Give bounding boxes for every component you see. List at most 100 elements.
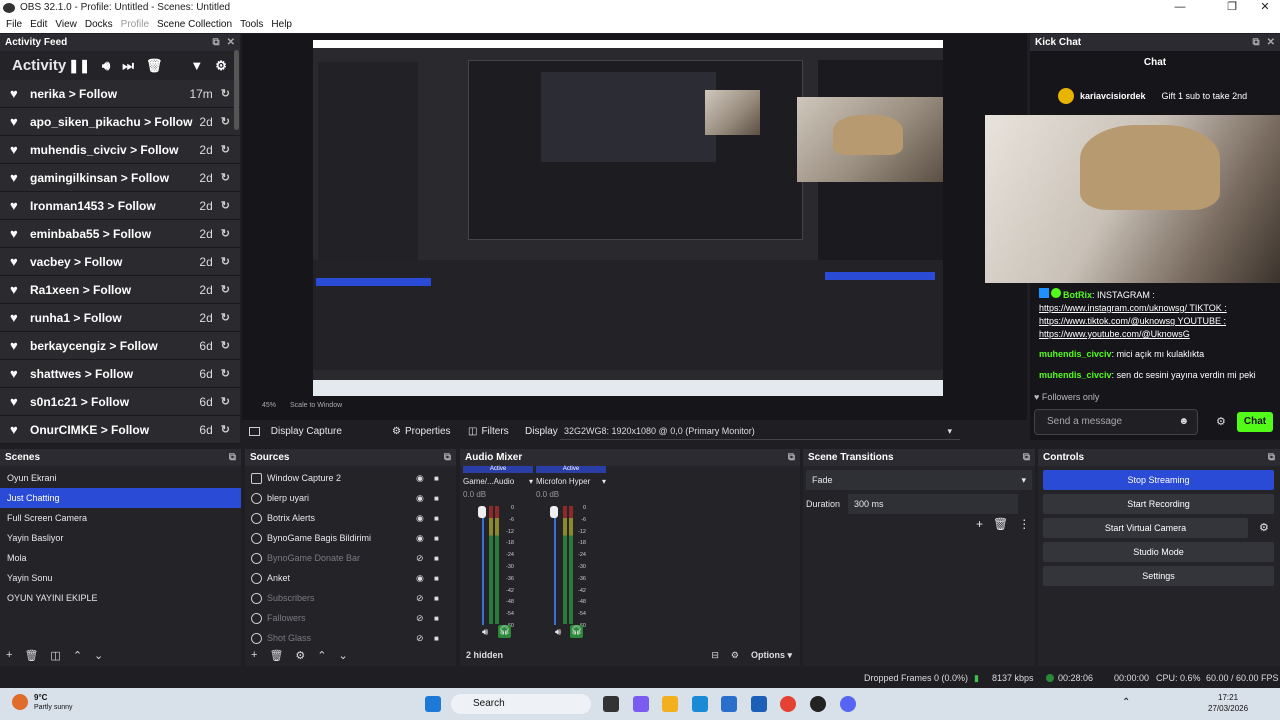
activity-item[interactable]: ♥ Ironman1453 > Follow 2d ↻ [0,192,240,220]
scene-item[interactable]: Full Screen Camera [0,508,241,528]
activity-item[interactable]: ♥ gamingilkinsan > Follow 2d ↻ [0,164,240,192]
remove-icon[interactable]: 🗑︎ [993,517,1008,531]
filter-icon[interactable]: ◫ [50,649,60,662]
chat-settings-icon[interactable]: ⚙ [1216,415,1226,428]
replay-icon[interactable]: ↻ [221,367,230,380]
track-name[interactable]: Microfon Hyper ▾ [536,477,606,486]
zoom-level[interactable]: 45% [262,402,276,409]
chat-input[interactable]: Send a message ☻ [1034,409,1198,435]
eye-icon[interactable]: ◉ [416,493,426,504]
chat-link[interactable]: https://www.instagram.com/uknowsg/ TIKTO… [1039,303,1227,313]
float-icon[interactable]: ⧉ [1268,452,1275,463]
discord-icon[interactable] [840,696,856,712]
chat-link[interactable]: https://www.tiktok.com/@uknowsg YOUTUBE … [1039,316,1226,326]
eye-icon[interactable]: ◉ [416,473,426,484]
replay-icon[interactable]: ↻ [221,199,230,212]
scale-mode[interactable]: Scale to Window [290,402,342,409]
float-icon[interactable]: ⧉ [1023,452,1030,463]
headphones-icon[interactable]: 🎧︎ [570,625,583,638]
gift-text[interactable]: Gift 1 sub to take 2nd [1162,91,1248,101]
edge-icon[interactable] [692,696,708,712]
layout-icon[interactable]: ⊟ [711,650,719,661]
eye-hidden-icon[interactable]: ⊘ [416,553,426,564]
track-name[interactable]: Game/...Audio ▾ [463,477,533,486]
float-icon[interactable]: ⧉ [229,452,236,463]
display-select[interactable]: 32G2WG8: 1920x1080 @ 0,0 (Primary Monito… [560,422,960,440]
start-virtual-camera-button[interactable]: Start Virtual Camera [1043,518,1248,538]
source-item[interactable]: blerp uyari ◉ ■ [245,488,456,508]
weather-temp[interactable]: 9°C [34,693,47,702]
chat-send-button[interactable]: Chat [1237,412,1273,432]
activity-item[interactable]: ♥ nerika > Follow 17m ↻ [0,80,240,108]
source-item[interactable]: BynoGame Donate Bar ⊘ ■ [245,548,456,568]
lock-icon[interactable]: ■ [434,514,444,523]
copilot-icon[interactable] [633,696,649,712]
minimize-button[interactable]: — [1160,0,1200,15]
replay-icon[interactable]: ↻ [221,227,230,240]
move-down-icon[interactable]: ⌄ [94,649,103,662]
headphones-icon[interactable]: 🎧︎ [498,625,511,638]
task-view-icon[interactable] [603,696,619,712]
windows-start-icon[interactable] [425,696,441,712]
properties-button[interactable]: ⚙ Properties [392,426,451,437]
gear-icon[interactable]: ⚙ [295,649,305,662]
chat-user[interactable]: muhendis_civciv [1039,349,1112,359]
float-icon[interactable]: ⧉ [212,37,219,48]
menu-profile[interactable]: Profile [117,19,153,30]
replay-icon[interactable]: ↻ [221,339,230,352]
close-dock-icon[interactable]: ✕ [1267,37,1275,48]
start-recording-button[interactable]: Start Recording [1043,494,1274,514]
activity-item[interactable]: ♥ berkaycengiz > Follow 6d ↻ [0,332,240,360]
move-up-icon[interactable]: ⌃ [317,649,326,662]
scene-item[interactable]: Just Chatting [0,488,241,508]
lock-icon[interactable]: ■ [434,554,444,563]
scene-item[interactable]: Oyun Ekrani [0,468,241,488]
transition-select[interactable]: Fade ▾ [806,470,1032,490]
eye-hidden-icon[interactable]: ⊘ [416,633,426,644]
weather-icon[interactable] [12,694,28,710]
activity-scrollbar[interactable] [234,50,239,130]
speaker-icon[interactable]: 🔊︎ [482,627,488,638]
replay-icon[interactable]: ↻ [221,255,230,268]
menu-tools[interactable]: Tools [236,19,267,30]
add-icon[interactable]: + [251,649,257,661]
float-icon[interactable]: ⧉ [1252,37,1259,48]
virtual-camera-gear-icon[interactable]: ⚙ [1259,521,1269,534]
eye-icon[interactable]: ◉ [416,533,426,544]
skip-icon[interactable]: ⏭︎ [122,58,134,74]
source-item[interactable]: Window Capture 2 ◉ ■ [245,468,456,488]
clock-time[interactable]: 17:21 [1218,693,1238,702]
float-icon[interactable]: ⧉ [444,452,451,463]
speaker-icon[interactable]: 🔊︎ [555,627,561,638]
gifter-name[interactable]: kariavcisiordek [1080,91,1146,101]
studio-mode-button[interactable]: Studio Mode [1043,542,1274,562]
move-down-icon[interactable]: ⌄ [339,649,348,662]
store-icon[interactable] [721,696,737,712]
activity-item[interactable]: ♥ shattwes > Follow 6d ↻ [0,360,240,388]
weather-desc[interactable]: Partly sunny [34,704,73,711]
trash-icon[interactable]: 🗑︎ [146,58,163,74]
file-explorer-icon[interactable] [662,696,678,712]
filter-icon[interactable]: ▼ [190,58,203,73]
source-item[interactable]: Fallowers ⊘ ■ [245,608,456,628]
obs-taskbar-icon[interactable] [810,696,826,712]
chrome-icon[interactable] [780,696,796,712]
lock-icon[interactable]: ■ [434,594,444,603]
gear-icon[interactable]: ⚙ [731,650,739,661]
add-icon[interactable]: + [976,517,983,531]
stop-streaming-button[interactable]: Stop Streaming [1043,470,1274,490]
clock-date[interactable]: 27/03/2026 [1208,704,1248,713]
filters-button[interactable]: ◫ Filters [468,426,509,437]
menu-scene-collection[interactable]: Scene Collection [153,19,236,30]
remove-icon[interactable]: 🗑︎ [269,649,283,662]
volume-fader[interactable] [482,511,484,625]
settings-button[interactable]: Settings [1043,566,1274,586]
source-item[interactable]: BynoGame Bagis Bildirimi ◉ ■ [245,528,456,548]
source-item[interactable]: Subscribers ⊘ ■ [245,588,456,608]
activity-item[interactable]: ♥ eminbaba55 > Follow 2d ↻ [0,220,240,248]
speaker-icon[interactable]: 🔊︎ [102,58,110,74]
scene-item[interactable]: Yayin Sonu [0,568,241,588]
source-item[interactable]: Anket ◉ ■ [245,568,456,588]
scene-item[interactable]: Yayin Basliyor [0,528,241,548]
fader-knob[interactable] [478,506,486,518]
